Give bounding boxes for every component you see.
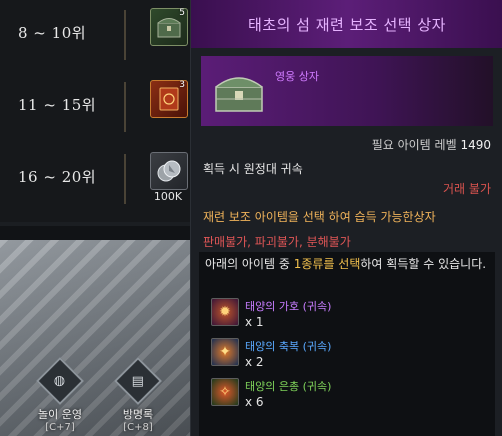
rank-row: 16 ~ 20위 100K (0, 144, 200, 216)
reward-option[interactable]: ✹ 태양의 가호 (귀속) x 1 (211, 298, 451, 334)
rank-row: 8 ~ 10위 5 (0, 0, 200, 72)
reward-quantity: x 1 (245, 315, 264, 329)
reward-slot[interactable]: 5 (150, 8, 188, 46)
sun-blessing-icon: ✹ (211, 298, 239, 326)
chest-icon (209, 62, 269, 120)
divider (124, 154, 126, 204)
reward-amount: 100K (153, 190, 183, 203)
rank-reward-list: 8 ~ 10위 5 11 ~ 15위 3 16 ~ 20위 100K (0, 0, 200, 222)
sun-favor-icon: ✧ (211, 378, 239, 406)
tooltip-header: 태초의 섬 재련 보조 선택 상자 (191, 0, 502, 48)
item-count: 3 (179, 80, 185, 90)
reward-quantity: x 6 (245, 395, 264, 409)
reward-name: 태양의 은총 (귀속) (245, 380, 332, 393)
required-level-value: 1490 (460, 138, 491, 152)
rank-range-label: 8 ~ 10위 (18, 24, 87, 42)
item-count: 5 (179, 8, 185, 18)
item-tooltip: 태초의 섬 재련 보조 선택 상자 영웅 상자 필요 아이템 레벨 1490 획… (190, 0, 502, 436)
rank-range-label: 16 ~ 20위 (18, 168, 97, 186)
rank-range-label: 11 ~ 15위 (18, 96, 97, 114)
reward-slot[interactable] (150, 152, 188, 190)
required-level-label: 필요 아이템 레벨 (371, 138, 457, 152)
trade-status: 거래 불가 (443, 182, 491, 196)
item-grade: 영웅 상자 (275, 70, 319, 83)
selection-highlight: 1종류를 선택 (293, 257, 361, 271)
selection-box: 아래의 아이템 중 1종류를 선택하여 획득할 수 있습니다. ✹ 태양의 가호… (199, 252, 495, 436)
guestbook-label: 방명록 (122, 408, 154, 421)
divider (0, 226, 196, 240)
reward-name: 태양의 가호 (귀속) (245, 300, 332, 313)
divider (124, 10, 126, 60)
selection-instructions: 아래의 아이템 중 1종류를 선택하여 획득할 수 있습니다. (205, 257, 487, 271)
rank-row: 11 ~ 15위 3 (0, 72, 200, 144)
item-title: 태초의 섬 재련 보조 선택 상자 (248, 15, 446, 34)
shortcut-key: [C+7] (45, 422, 75, 433)
background-scene: ◍ 놀이 운영 [C+7] ▤ 방명록 [C+8] (0, 240, 196, 436)
reward-quantity: x 2 (245, 355, 264, 369)
item-description: 재련 보조 아이템을 선택 하여 습득 가능한상자 (203, 210, 436, 224)
reward-slot[interactable]: 3 (150, 80, 188, 118)
guestbook-button[interactable]: ▤ 방명록 [C+8] (108, 356, 168, 433)
sun-grace-icon: ✦ (211, 338, 239, 366)
reward-option[interactable]: ✦ 태양의 축복 (귀속) x 2 (211, 338, 451, 374)
divider (124, 82, 126, 132)
reward-name: 태양의 축복 (귀속) (245, 340, 332, 353)
bind-info: 획득 시 원정대 귀속 (203, 162, 303, 176)
guestbook-icon: ▤ (131, 373, 145, 389)
shortcut-key: [C+8] (123, 422, 153, 433)
gauge-icon: ◍ (54, 373, 66, 389)
reward-option[interactable]: ✧ 태양의 은총 (귀속) x 6 (211, 378, 451, 414)
item-banner: 영웅 상자 (201, 56, 493, 126)
operation-button[interactable]: ◍ 놀이 운영 [C+7] (30, 356, 90, 433)
item-restrictions: 판매불가, 파괴불가, 분해불가 (203, 235, 351, 249)
required-level: 필요 아이템 레벨 1490 (372, 136, 491, 153)
silver-coins-icon (157, 160, 181, 182)
operation-label: 놀이 운영 (38, 408, 82, 421)
